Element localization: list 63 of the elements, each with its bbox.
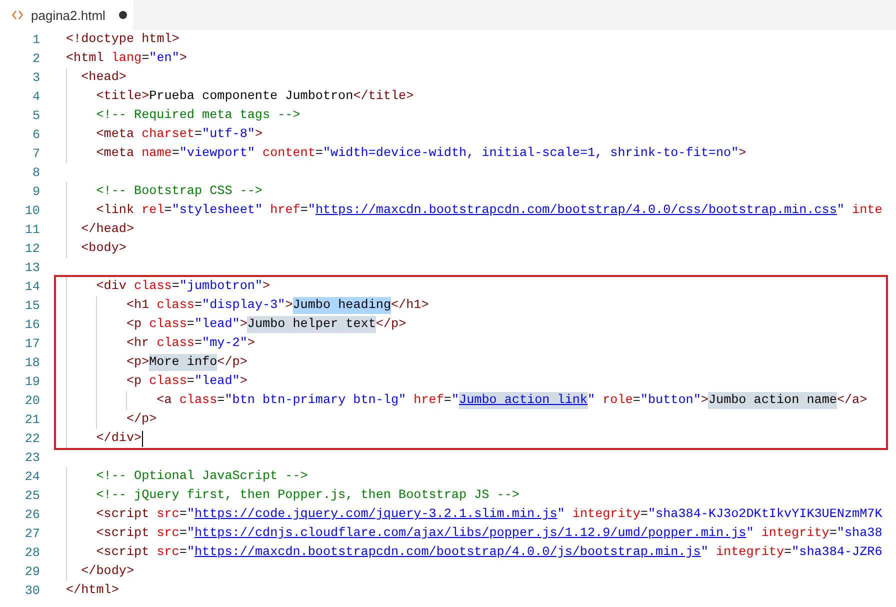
line-number: 19 (24, 374, 40, 388)
line-number: 27 (24, 526, 40, 540)
code-line: <html lang="en"> (66, 50, 187, 67)
code-line: <div class="jumbotron"> (96, 278, 270, 295)
line-number: 4 (31, 90, 40, 104)
code-link[interactable]: https://maxcdn.bootstrapcdn.com/bootstrap/4.0.0/css/bootstrap.min.css (315, 202, 837, 219)
code-line: </html> (66, 582, 119, 599)
code-line: <p>More info</p> (126, 354, 248, 371)
line-number: 29 (24, 564, 40, 578)
code-line: </head> (81, 221, 134, 238)
code-link[interactable]: Jumbo action link (459, 392, 588, 409)
line-number: 12 (24, 242, 40, 256)
code-line: <script src="https://code.jquery.com/jquery-3.2.1.slim.min.js" integrity="sha384-KJ3o2DKtIkvYIK3UENzmM7K (96, 506, 882, 523)
line-number: 18 (24, 356, 40, 370)
line-number: 14 (24, 280, 40, 294)
line-number: 24 (24, 470, 40, 484)
line-number: 20 (24, 394, 40, 408)
line-number: 17 (24, 336, 40, 350)
code-line: <p class="lead"> (126, 373, 248, 390)
line-number: 16 (24, 318, 40, 332)
code-line: </body> (81, 563, 134, 580)
code-line: <link rel="stylesheet" href="https://maxcdn.bootstrapcdn.com/bootstrap/4.0.0/css/bootstrap.min.css" inte (96, 202, 882, 219)
line-number: 30 (24, 584, 40, 598)
line-number: 26 (24, 508, 40, 522)
line-number: 6 (31, 128, 40, 142)
line-number: 25 (24, 488, 40, 502)
line-number: 23 (24, 450, 40, 464)
line-number: 9 (31, 184, 40, 198)
code-line: <title>Prueba componente Jumbotron</title> (96, 88, 414, 105)
code-line: <!doctype html> (66, 31, 180, 48)
code-line: </p> (126, 411, 157, 428)
line-number: 21 (24, 412, 40, 426)
code-line: <a class="btn btn-primary btn-lg" href="Jumbo action link" role="button">Jumbo action name</a> (156, 392, 868, 409)
line-number: 15 (24, 298, 40, 312)
line-number: 13 (24, 260, 40, 274)
code-link[interactable]: https://code.jquery.com/jquery-3.2.1.slim.min.js (194, 506, 558, 523)
line-number: 10 (24, 204, 40, 218)
code-line: <head> (81, 69, 126, 86)
code-line: <!-- jQuery first, then Popper.js, then Bootstrap JS --> (96, 487, 520, 504)
code-link[interactable]: https://cdnjs.cloudflare.com/ajax/libs/popper.js/1.12.9/umd/popper.min.js (194, 525, 746, 542)
code-line: <!-- Optional JavaScript --> (96, 468, 308, 485)
line-number: 8 (31, 166, 40, 180)
code-line: <meta name="viewport" content="width=device-width, initial-scale=1, shrink-to-fit=no"> (96, 145, 746, 162)
line-number: 2 (31, 52, 40, 66)
code-line: <p class="lead">Jumbo helper text</p> (126, 316, 406, 333)
code-line: <body> (81, 240, 126, 257)
line-number: 5 (31, 108, 40, 122)
line-number: 3 (31, 70, 40, 84)
code-line: <meta charset="utf-8"> (96, 126, 263, 143)
code-link[interactable]: https://maxcdn.bootstrapcdn.com/bootstrap/4.0.0/js/bootstrap.min.js (194, 544, 701, 561)
line-number: 1 (31, 32, 40, 46)
code-line: <!-- Bootstrap CSS --> (96, 183, 262, 200)
line-number: 28 (24, 546, 40, 560)
code-line: <!-- Required meta tags --> (96, 107, 300, 124)
code-line: <script src="https://cdnjs.cloudflare.com/ajax/libs/popper.js/1.12.9/umd/popper.min.js" integrity="sha38 (96, 525, 882, 542)
code-line: <h1 class="display-3">Jumbo heading</h1> (126, 297, 429, 314)
file-tab[interactable]: pagina2.html (0, 0, 133, 30)
code-line: <script src="https://maxcdn.bootstrapcdn.com/bootstrap/4.0.0/js/bootstrap.min.js" integrity="sha384-JZR6 (96, 544, 882, 561)
code-line: <hr class="my-2"> (126, 335, 255, 352)
line-number: 22 (24, 432, 40, 446)
line-number: 7 (31, 146, 40, 160)
code-line: </div> (96, 430, 143, 447)
line-number: 11 (24, 222, 40, 236)
